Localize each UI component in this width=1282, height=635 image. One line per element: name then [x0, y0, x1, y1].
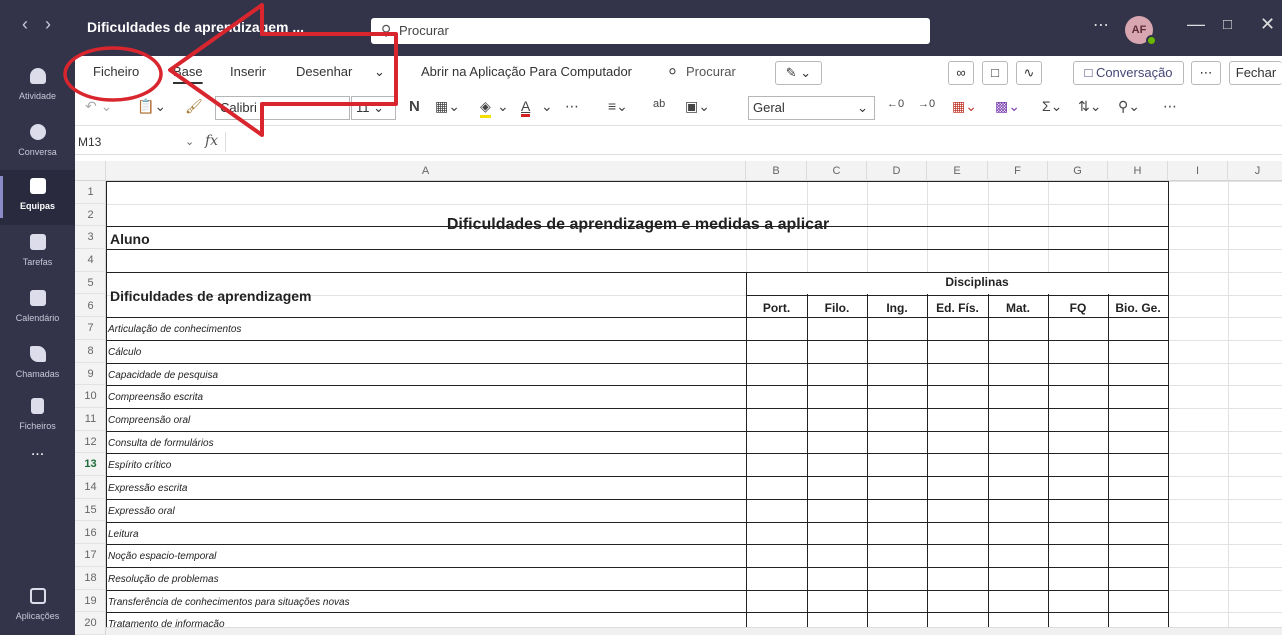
annotation-overlay — [63, 3, 398, 137]
pointer-arrow — [168, 3, 398, 137]
highlight-circle — [63, 46, 163, 102]
